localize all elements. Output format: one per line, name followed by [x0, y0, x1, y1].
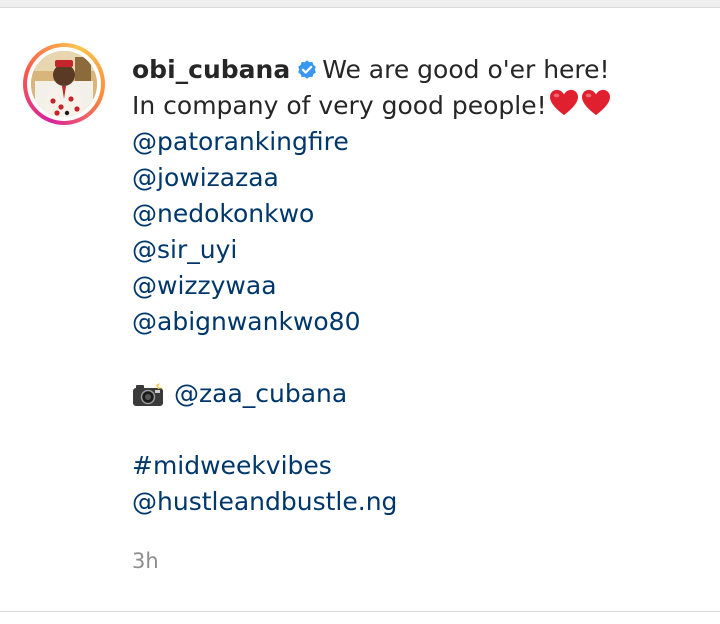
caption-text-second: In company of very good people!: [132, 91, 547, 120]
bottom-divider: [0, 611, 720, 612]
story-ring[interactable]: [23, 43, 105, 125]
post-caption: obi_cubana We are good o'er here! In comp…: [132, 52, 702, 520]
post-timestamp: 3h: [132, 549, 159, 573]
hashtag-link[interactable]: #midweekvibes: [132, 448, 702, 484]
caption-line-1: obi_cubana We are good o'er here!: [132, 52, 702, 88]
mention-link[interactable]: @abignwankwo80: [132, 304, 702, 340]
mention-link[interactable]: @sir_uyi: [132, 232, 702, 268]
camera-with-flash-icon: [132, 381, 164, 417]
caption-text-first: We are good o'er here!: [322, 55, 610, 84]
caption-line-2: In company of very good people!: [132, 88, 702, 124]
username-link[interactable]: obi_cubana: [132, 55, 290, 84]
mention-link[interactable]: @hustleandbustle.ng: [132, 484, 702, 520]
verified-badge-icon: [296, 55, 318, 91]
avatar-border: [27, 47, 101, 121]
red-heart-icon: [581, 89, 611, 127]
top-divider: [0, 0, 720, 8]
red-heart-icon: [549, 89, 579, 127]
avatar-photo: [31, 51, 97, 117]
mention-link[interactable]: @jowizazaa: [132, 160, 702, 196]
photo-credit-line: @zaa_cubana: [132, 376, 702, 412]
photo-credit-link[interactable]: @zaa_cubana: [174, 379, 347, 408]
mention-link[interactable]: @wizzywaa: [132, 268, 702, 304]
comment-screen: obi_cubana We are good o'er here! In comp…: [0, 0, 720, 624]
mention-link[interactable]: @patorankingfire: [132, 124, 702, 160]
avatar[interactable]: [31, 51, 97, 117]
mention-link[interactable]: @nedokonkwo: [132, 196, 702, 232]
